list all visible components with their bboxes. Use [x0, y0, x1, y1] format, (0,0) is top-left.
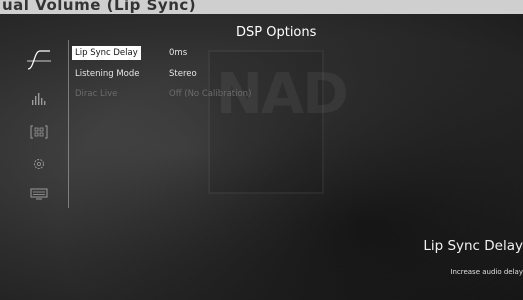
menu-item-value: Off (No Calibration)	[169, 89, 252, 99]
sidebar-item-display[interactable]	[24, 182, 54, 206]
sidebar-item-dsp[interactable]	[24, 48, 54, 72]
top-banner-text: ual Volume (Lip Sync)	[2, 0, 197, 14]
dsp-options-screen: ual Volume (Lip Sync) NAD DSP Options Li…	[0, 0, 523, 300]
menu-item-label: Dirac Live	[75, 89, 118, 99]
display-icon	[30, 188, 48, 200]
help-title: Lip Sync Delay	[423, 238, 523, 254]
sidebar-item-settings[interactable]	[24, 152, 54, 176]
top-banner: ual Volume (Lip Sync)	[0, 0, 523, 14]
menu-item-label: Listening Mode	[75, 69, 140, 79]
waveform-icon	[27, 50, 51, 70]
sidebar-item-speakers[interactable]	[24, 120, 54, 144]
help-description: Increase audio delay	[450, 268, 523, 276]
menu-item-value: Stereo	[169, 69, 197, 79]
menu-item-label: Lip Sync Delay	[72, 46, 141, 60]
speaker-layout-icon	[30, 125, 48, 139]
equalizer-icon	[32, 93, 46, 105]
settings-gear-icon	[34, 159, 44, 169]
sidebar-item-equalizer[interactable]	[24, 86, 54, 110]
sidebar-divider	[68, 40, 69, 208]
page-title: DSP Options	[236, 25, 317, 40]
sidebar-nav	[24, 40, 70, 208]
menu-item-value: 0ms	[169, 48, 188, 58]
nad-watermark: NAD	[208, 50, 349, 194]
